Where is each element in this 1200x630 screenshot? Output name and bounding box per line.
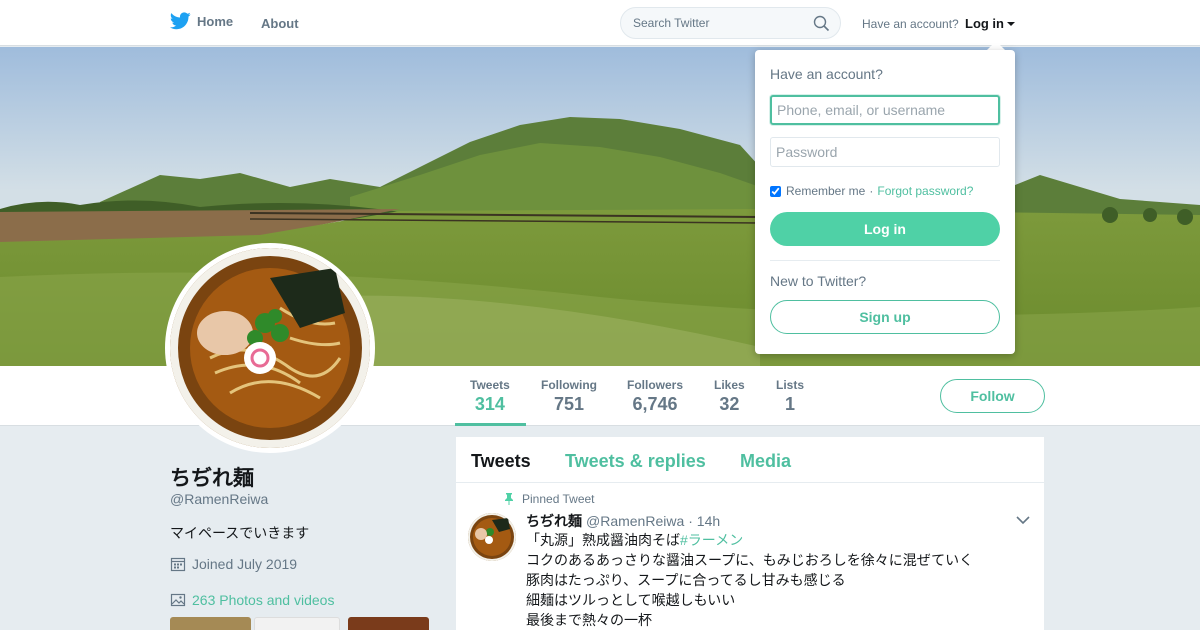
tweet-timestamp[interactable]: · 14h [688,513,720,529]
profile-bio: マイペースでいきます [170,525,310,541]
stat-following-value: 751 [553,394,585,414]
calendar-icon [170,557,186,572]
new-to-twitter-text: New to Twitter? [770,273,867,289]
follow-button[interactable]: Follow [940,379,1045,413]
signup-button[interactable]: Sign up [770,300,1000,334]
stat-lists-label: Lists [776,378,805,392]
search-input[interactable] [621,8,801,38]
tweet-line-text: 「丸源」熟成醤油肉そば [526,532,680,548]
password-field[interactable] [770,137,1000,167]
login-toggle-label: Log in [965,16,1004,31]
stat-likes[interactable]: Likes 32 [714,378,745,415]
tweet-line: 最後まで熱々の一杯 [526,612,652,628]
stat-likes-value: 32 [719,394,740,414]
tweet-line: 細麺はツルっとして喉越しもいい [526,592,736,608]
search-box [620,7,841,39]
remember-me-checkbox[interactable] [770,185,781,197]
tab-media[interactable]: Media [740,451,791,472]
twitter-bird-icon [170,12,191,30]
stat-likes-label: Likes [714,378,745,392]
dropdown-arrow [987,41,1005,50]
pinned-tweet-label: Pinned Tweet [504,492,595,506]
tab-tweets-replies[interactable]: Tweets & replies [565,451,706,472]
pin-icon [505,493,513,505]
separator-dot: · [869,184,874,198]
stat-followers-value: 6,746 [632,394,678,414]
dropdown-title: Have an account? [770,66,883,82]
login-button[interactable]: Log in [770,212,1000,246]
tweet-avatar[interactable] [468,513,516,561]
login-dropdown: Have an account? Remember me · Forgot pa… [755,50,1015,354]
stat-lists-value: 1 [785,394,796,414]
forgot-password-link[interactable]: Forgot password? [877,184,973,198]
ramen-bowl-image [468,513,516,561]
media-thumbnail[interactable] [170,617,251,630]
stat-following[interactable]: Following 751 [541,378,597,415]
nav-home-link[interactable]: Home [170,12,233,30]
stat-tweets-value: 314 [474,394,505,414]
stat-lists[interactable]: Lists 1 [776,378,804,415]
profile-handle[interactable]: @RamenReiwa [170,491,268,507]
pinned-text: Pinned Tweet [522,492,595,506]
tweet-hashtag[interactable]: #ラーメン [680,532,743,548]
chevron-down-icon[interactable] [1016,515,1030,525]
stat-following-label: Following [541,378,597,392]
tweet-line: 豚肉はたっぷり、スープに合ってるし甘みも感じる [526,572,846,588]
tab-tweets[interactable]: Tweets [471,451,531,472]
timeline: Tweets Tweets & replies Media Pinned Twe… [456,437,1044,630]
remember-row: Remember me · Forgot password? [770,184,973,198]
remember-me-label[interactable]: Remember me [786,184,865,198]
photos-videos-link[interactable]: 263 Photos and videos [170,592,334,608]
media-thumbnail[interactable] [348,617,429,630]
tweet-author-name[interactable]: ちぢれ麺 [526,511,582,531]
nav-home-label: Home [197,13,234,29]
have-account-text: Have an account? [862,17,959,31]
search-icon[interactable] [813,15,830,32]
stat-tweets-label: Tweets [470,378,510,392]
top-nav: Home About Have an account? Log in [0,0,1200,46]
stat-followers[interactable]: Followers 6,746 [627,378,683,415]
nav-about-link[interactable]: About [261,16,299,31]
joined-text: Joined July 2019 [192,556,298,572]
login-dropdown-toggle[interactable]: Log in [965,16,1015,31]
caret-down-icon [1007,21,1015,26]
tweet-line: コクのあるあっさりな醤油スープに、もみじおろしを徐々に混ぜていく [526,552,974,568]
photo-icon [170,593,186,607]
tweet-line: 「丸源」熟成醤油肉そば#ラーメン [526,530,1026,550]
profile-avatar[interactable] [165,243,375,453]
stat-tweets[interactable]: Tweets 314 [470,378,510,415]
ramen-bowl-image [170,248,370,448]
tweet-header: ちぢれ麺 @RamenReiwa · 14h [526,511,720,531]
profile-joined: Joined July 2019 [170,556,297,572]
profile-name: ちぢれ麺 [170,467,254,490]
media-thumbnail[interactable] [254,617,340,630]
tweet-author-handle[interactable]: @RamenReiwa [586,513,684,529]
divider [770,260,1000,261]
active-tab-indicator [455,423,526,426]
photos-videos-text: 263 Photos and videos [192,592,335,608]
username-field[interactable] [770,95,1000,125]
timeline-tabs: Tweets Tweets & replies Media [456,437,1044,483]
tweet-text: 「丸源」熟成醤油肉そば#ラーメン コクのあるあっさりな醤油スープに、もみじおろし… [526,530,1026,630]
avatar-image [170,248,370,448]
stat-followers-label: Followers [627,378,684,392]
